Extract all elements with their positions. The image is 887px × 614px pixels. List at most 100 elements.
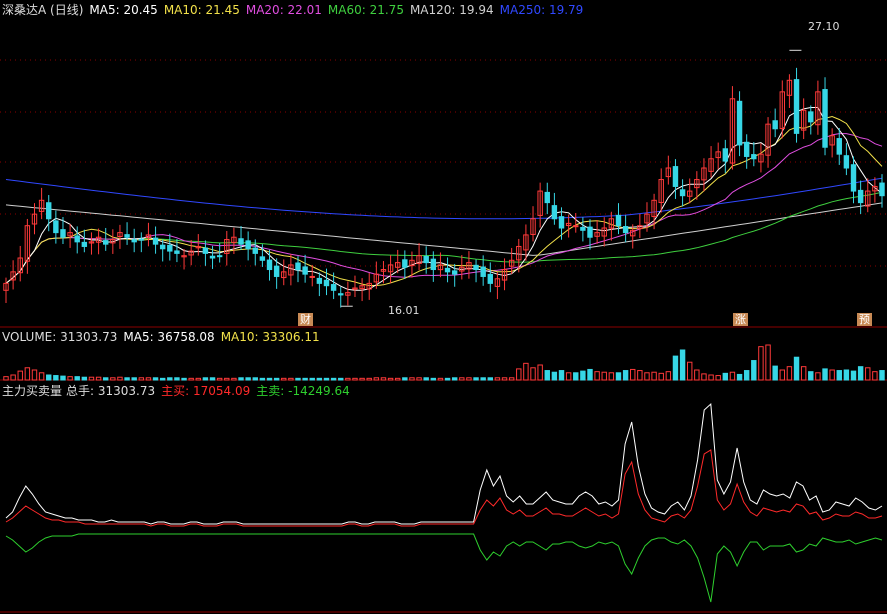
- candle-body: [808, 111, 814, 123]
- volume-bar: [530, 367, 536, 381]
- flow-legend: 主力买卖量 总手: 31303.73 主买: 17054.09 主卖: -14249.…: [2, 384, 356, 398]
- volume-bar: [665, 371, 672, 381]
- candle-body: [266, 259, 273, 271]
- candle-body: [672, 166, 679, 187]
- volume-bar: [53, 375, 59, 381]
- volume-bar: [786, 366, 793, 381]
- volume-bar: [24, 367, 31, 381]
- volume-bar: [459, 377, 465, 381]
- candle-body: [850, 164, 857, 192]
- volume-bar: [181, 377, 187, 381]
- event-marker-rise[interactable]: 涨: [733, 313, 748, 326]
- ma250-legend: MA250: 19.79: [499, 3, 584, 17]
- candle-body: [544, 191, 550, 204]
- kline-chart[interactable]: [0, 0, 887, 614]
- flow-total: 总手: 31303.73: [66, 384, 156, 398]
- candle-body: [60, 229, 66, 238]
- volume-bar: [95, 376, 102, 381]
- volume-bar: [316, 377, 323, 381]
- volume-bar: [366, 377, 372, 381]
- volume-bar: [644, 372, 650, 381]
- volume-bar: [102, 377, 109, 381]
- candle-body: [857, 189, 864, 204]
- candle-body: [487, 273, 494, 284]
- volume-bar: [565, 372, 572, 381]
- candle-body: [423, 255, 429, 264]
- candle-body: [338, 293, 344, 296]
- candle-body: [124, 234, 130, 238]
- volume-bar: [152, 377, 159, 381]
- ma60-legend: MA60: 21.75: [327, 3, 404, 17]
- volume-bar: [779, 369, 786, 381]
- volume-value: VOLUME: 31303.73: [2, 330, 118, 344]
- candle-body: [252, 247, 258, 254]
- volume-bar: [423, 377, 429, 381]
- event-marker-finance[interactable]: 财: [298, 313, 313, 326]
- volume-bar: [10, 374, 16, 381]
- volume-bar: [601, 371, 607, 381]
- ma120-legend: MA120: 19.94: [409, 3, 494, 17]
- candle-body: [53, 220, 59, 234]
- volume-bar: [273, 377, 280, 381]
- volume-bar: [701, 373, 707, 381]
- flow-sell: 主卖: -14249.64: [256, 384, 350, 398]
- candle-body: [323, 279, 330, 287]
- volume-bar: [259, 377, 266, 381]
- candle-body: [587, 226, 593, 238]
- volume-bar: [3, 376, 9, 381]
- candle-body: [159, 244, 166, 250]
- ma10-legend: MA10: 21.45: [163, 3, 240, 17]
- volume-bar: [758, 346, 764, 381]
- candle-body: [573, 225, 579, 228]
- volume-bar: [815, 372, 821, 381]
- volume-bar: [494, 377, 501, 381]
- ma120-line: [5, 202, 883, 256]
- volume-bar: [238, 377, 244, 381]
- event-marker-forecast[interactable]: 预: [857, 313, 872, 326]
- volume-bar: [694, 369, 700, 381]
- volume-bar: [872, 371, 878, 381]
- volume-bar: [352, 377, 358, 381]
- candle-body: [444, 267, 451, 273]
- candle-body: [167, 244, 173, 252]
- volume-bar: [167, 377, 173, 381]
- candle-body: [174, 250, 180, 254]
- volume-bar: [772, 365, 778, 381]
- high-price-label: 27.10: [808, 20, 840, 33]
- volume-bar: [245, 377, 251, 381]
- volume-bar: [651, 371, 657, 381]
- candle-body: [302, 266, 308, 275]
- candle-body: [822, 89, 828, 148]
- volume-bar: [159, 377, 166, 381]
- volume-bar: [409, 377, 415, 381]
- volume-bar: [174, 377, 180, 381]
- candle-body: [216, 255, 223, 258]
- candle-body: [152, 237, 159, 245]
- volume-bar: [216, 377, 223, 381]
- ma10-line: [5, 115, 883, 286]
- volume-bar: [679, 349, 686, 381]
- volume-bar: [359, 377, 365, 381]
- volume-bar: [252, 377, 258, 381]
- volume-bar: [743, 370, 750, 381]
- volume-bar: [110, 377, 116, 381]
- candle-body: [46, 202, 52, 220]
- ma250-line: [5, 177, 883, 220]
- candle-body: [273, 265, 280, 277]
- volume-bar: [637, 370, 643, 381]
- volume-bar: [715, 375, 721, 381]
- volume-bar: [615, 372, 622, 381]
- volume-bar: [608, 372, 615, 381]
- candle-body: [81, 241, 88, 247]
- volume-bar: [74, 376, 80, 381]
- volume-bar: [686, 361, 693, 381]
- candle-body: [836, 138, 842, 155]
- candle-body: [473, 264, 479, 271]
- volume-bar: [117, 376, 123, 381]
- volume-bar: [751, 360, 757, 381]
- candle-body: [736, 100, 743, 146]
- candle-body: [238, 238, 244, 245]
- volume-bar: [46, 374, 52, 381]
- volume-bar: [622, 370, 629, 381]
- volume-bar: [402, 377, 408, 381]
